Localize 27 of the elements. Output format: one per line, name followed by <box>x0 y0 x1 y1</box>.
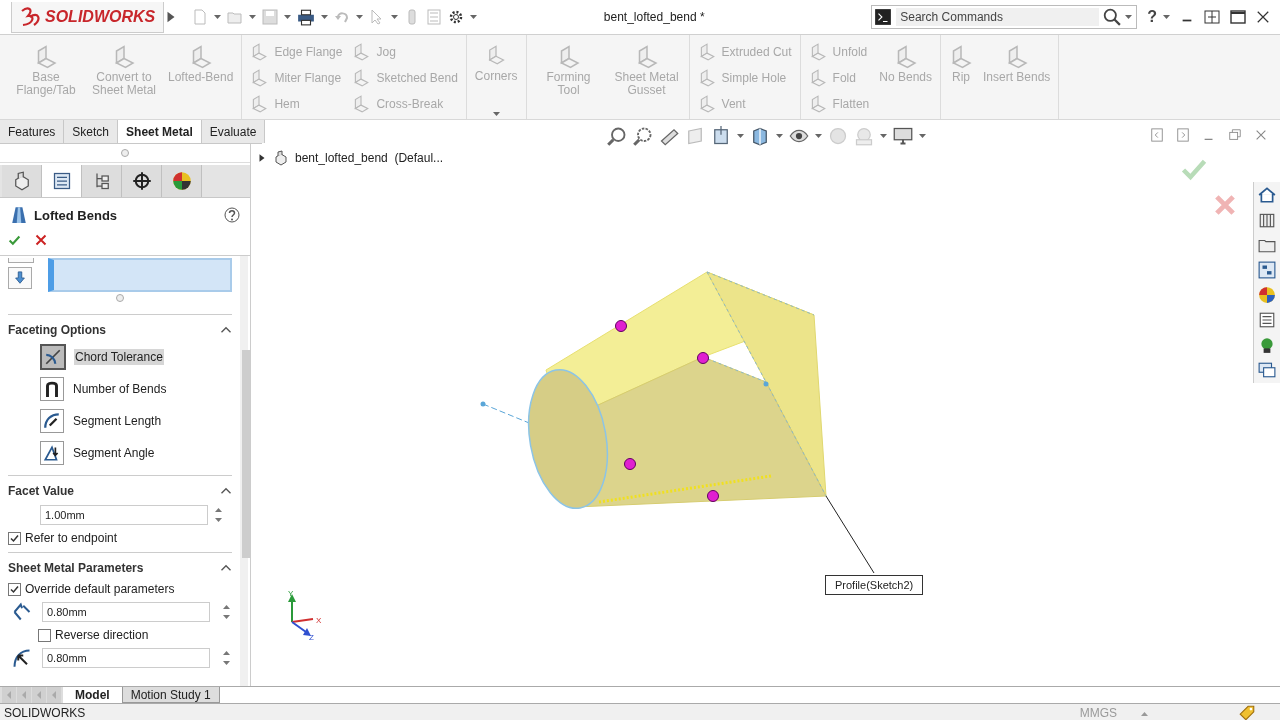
option-button[interactable]: Chord Tolerance <box>8 341 170 373</box>
tree-item[interactable]: bent_lofted_bend (Defaul... <box>295 151 444 165</box>
section-title: Sheet Metal Parameters <box>8 561 144 575</box>
section-title: Facet Value <box>8 484 75 498</box>
axis-label: X <box>316 616 322 625</box>
section-title: Faceting Options <box>8 323 106 337</box>
bottom-tab[interactable]: Motion Study 1 <box>121 687 220 703</box>
app-logo[interactable]: SOLIDWORKS <box>11 1 165 33</box>
window-title: bent_lofted_bend * <box>602 10 706 24</box>
help-button[interactable]: ? <box>1147 8 1157 26</box>
axis-label: Z <box>309 633 314 642</box>
status-text: SOLIDWORKS <box>4 706 86 720</box>
thickness-field[interactable]: 0.80mm <box>42 602 210 622</box>
option-button[interactable]: Number of Bends <box>8 373 174 405</box>
bend-radius-field[interactable]: 0.80mm <box>42 648 210 668</box>
units-label[interactable]: MMGS <box>1079 706 1117 720</box>
search-field[interactable]: Search Commands <box>871 5 1138 29</box>
callout-label: Profile(Sketch2) <box>825 575 924 595</box>
option-button[interactable]: Segment Angle <box>8 437 162 469</box>
checkbox[interactable]: Reverse direction <box>8 625 149 645</box>
option-button[interactable]: Segment Length <box>8 405 169 437</box>
checkbox[interactable]: Refer to endpoint <box>8 528 118 548</box>
facet-value-field[interactable]: 1.00mm <box>40 505 208 525</box>
checkbox[interactable]: Override default parameters <box>8 579 175 599</box>
panel-title: Lofted Bends <box>34 207 119 223</box>
command-tab[interactable]: Sheet Metal <box>118 120 202 143</box>
axis-label: Y <box>288 589 294 598</box>
